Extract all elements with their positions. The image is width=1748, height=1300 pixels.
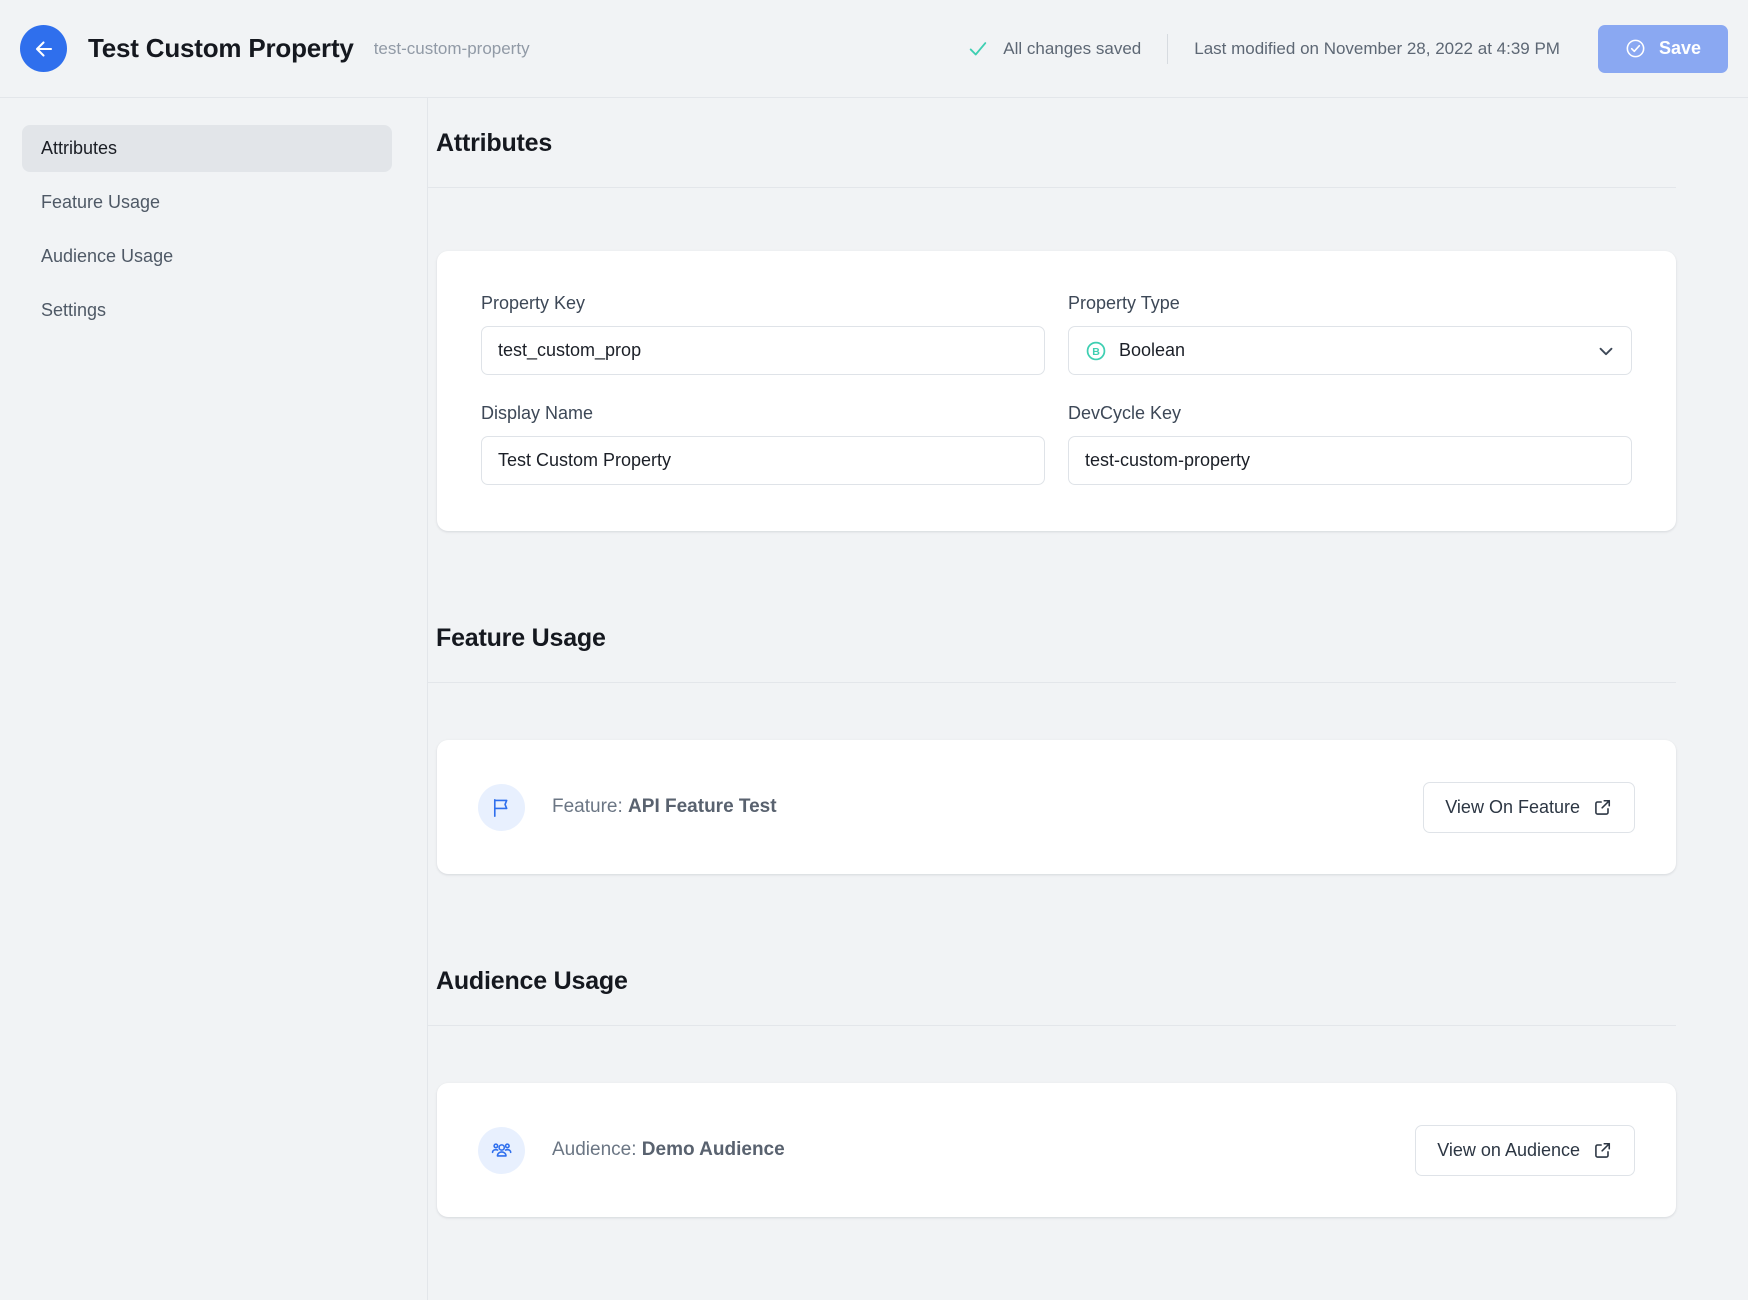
view-on-audience-button[interactable]: View on Audience <box>1415 1124 1635 1176</box>
section-title: Feature Usage <box>436 624 606 652</box>
page-subtitle-key: test-custom-property <box>373 38 530 58</box>
sidebar-item-attributes[interactable]: Attributes <box>22 125 392 172</box>
display-name-input[interactable] <box>481 436 1045 485</box>
arrow-left-icon <box>32 37 56 61</box>
top-bar: Test Custom Property test-custom-propert… <box>0 0 1748 98</box>
property-key-input[interactable] <box>481 326 1045 375</box>
sidebar: Attributes Feature Usage Audience Usage … <box>0 98 428 1300</box>
page-body: Attributes Feature Usage Audience Usage … <box>0 98 1748 1300</box>
feature-usage-label: Feature: API Feature Test <box>552 796 777 818</box>
feature-name: API Feature Test <box>628 796 777 817</box>
view-on-feature-label: View On Feature <box>1445 796 1580 817</box>
section-header-feature-usage: Feature Usage <box>428 593 1676 683</box>
external-link-icon <box>1593 797 1613 817</box>
display-name-label: Display Name <box>481 403 594 423</box>
last-modified-label: Last modified on November 28, 2022 at 4:… <box>1194 38 1560 58</box>
sidebar-item-audience-usage[interactable]: Audience Usage <box>22 233 392 280</box>
attributes-form-card: Property Key Property Type B Boolean <box>437 251 1676 531</box>
feature-usage-card: Feature: API Feature Test View On Featur… <box>437 740 1676 874</box>
devcycle-key-input[interactable] <box>1068 436 1632 485</box>
property-type-select[interactable]: B Boolean <box>1068 326 1632 375</box>
sidebar-item-feature-usage[interactable]: Feature Usage <box>22 179 392 226</box>
check-circle-icon <box>1625 38 1646 59</box>
sidebar-item-label: Settings <box>41 300 107 320</box>
section-header-audience-usage: Audience Usage <box>428 936 1676 1026</box>
flag-icon <box>478 783 525 831</box>
field-property-type: Property Type B Boolean <box>1068 293 1632 375</box>
save-status: All changes saved <box>967 38 1141 60</box>
audience-name: Demo Audience <box>641 1139 785 1160</box>
save-status-label: All changes saved <box>1003 38 1142 58</box>
view-on-audience-label: View on Audience <box>1437 1139 1580 1160</box>
save-button-label: Save <box>1658 38 1701 58</box>
audience-usage-label: Audience: Demo Audience <box>552 1139 785 1161</box>
save-button[interactable]: Save <box>1597 24 1728 73</box>
boolean-type-icon: B <box>1085 340 1107 362</box>
sidebar-item-label: Attributes <box>41 138 118 158</box>
property-type-label: Property Type <box>1068 293 1180 313</box>
users-group-icon <box>478 1126 525 1174</box>
main-content: Attributes Property Key Property Type B <box>428 98 1748 1300</box>
top-bar-right: All changes saved Last modified on Novem… <box>967 24 1728 73</box>
view-on-feature-button[interactable]: View On Feature <box>1423 781 1635 833</box>
check-icon <box>967 38 989 60</box>
form-row-1: Property Key Property Type B Boolean <box>481 293 1632 375</box>
audience-usage-card: Audience: Demo Audience View on Audience <box>437 1083 1676 1217</box>
form-row-2: Display Name DevCycle Key <box>481 403 1632 485</box>
sidebar-item-label: Audience Usage <box>41 246 174 266</box>
property-key-label: Property Key <box>481 293 586 313</box>
svg-text:B: B <box>1092 346 1100 358</box>
header-divider <box>1167 33 1169 64</box>
page-title: Test Custom Property <box>88 33 354 63</box>
field-devcycle-key: DevCycle Key <box>1068 403 1632 485</box>
audience-prefix: Audience: <box>552 1139 642 1160</box>
property-type-value: Boolean <box>1119 340 1186 360</box>
feature-prefix: Feature: <box>552 796 629 817</box>
chevron-down-icon <box>1595 340 1617 362</box>
external-link-icon <box>1593 1140 1613 1160</box>
section-title: Audience Usage <box>436 967 628 995</box>
back-button[interactable] <box>20 25 67 72</box>
sidebar-item-settings[interactable]: Settings <box>22 287 392 334</box>
field-property-key: Property Key <box>481 293 1045 375</box>
field-display-name: Display Name <box>481 403 1045 485</box>
devcycle-key-label: DevCycle Key <box>1068 403 1182 423</box>
section-title: Attributes <box>436 129 553 157</box>
section-header-attributes: Attributes <box>428 98 1676 188</box>
sidebar-item-label: Feature Usage <box>41 192 161 212</box>
